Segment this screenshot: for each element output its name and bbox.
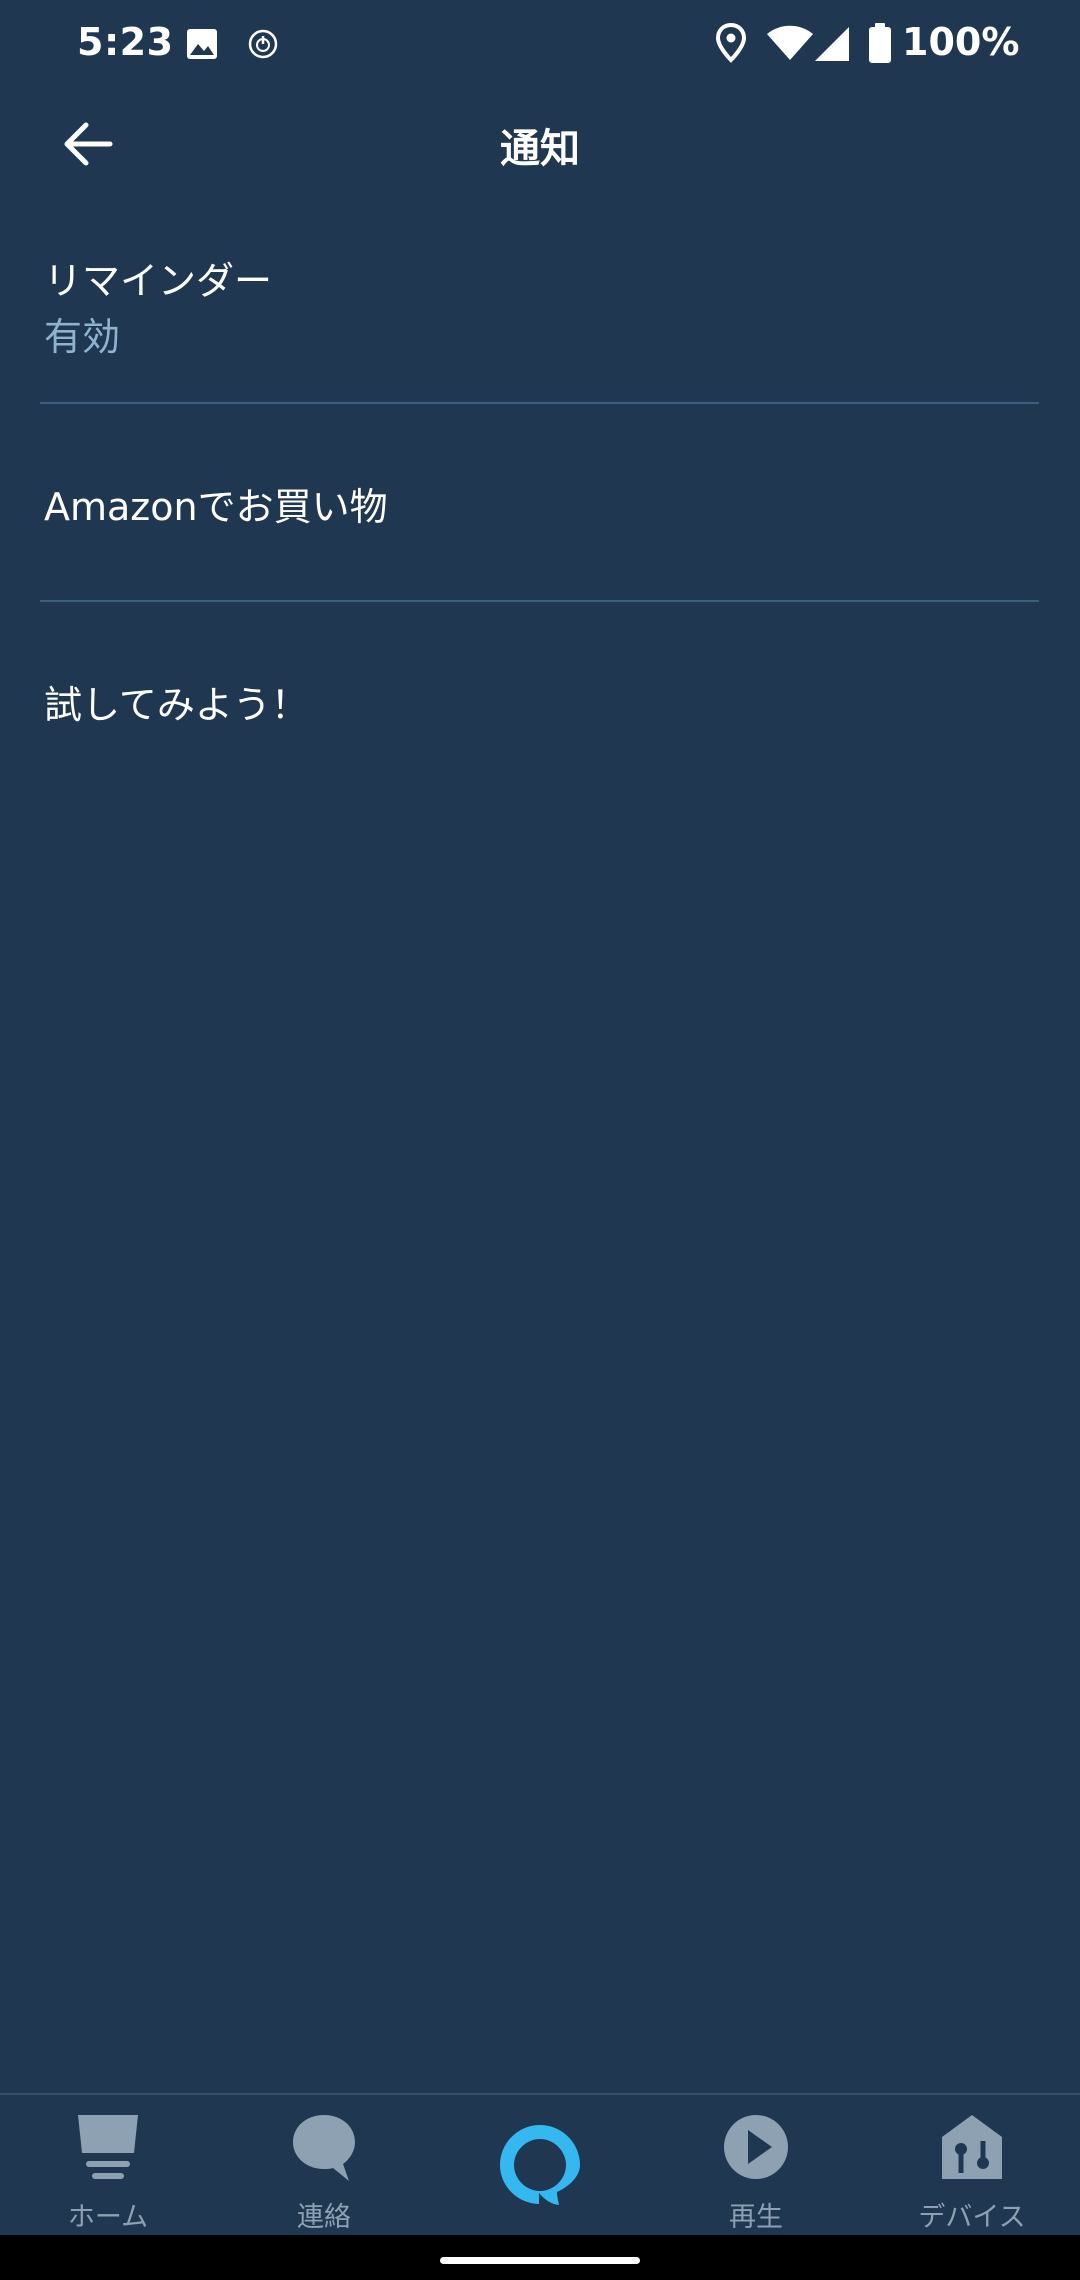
nav-label: 連絡 (297, 2202, 351, 2233)
play-icon (724, 2115, 788, 2179)
status-time: 5:23 (77, 20, 174, 64)
chat-bubble-icon (293, 2115, 355, 2181)
nav-devices[interactable]: デバイス (872, 2095, 1072, 2237)
power-icon (248, 29, 278, 59)
page-title: 通知 (500, 126, 580, 172)
nav-label: 再生 (729, 2202, 783, 2233)
devices-icon (942, 2115, 1002, 2179)
list-item-subtitle: 有効 (44, 315, 121, 359)
gesture-bar (0, 2235, 1080, 2280)
battery-percentage: 100% (902, 20, 1020, 64)
signal-icon (815, 27, 849, 61)
nav-play[interactable]: 再生 (656, 2095, 856, 2237)
battery-icon (869, 23, 891, 63)
alexa-ring-icon (500, 2125, 580, 2205)
nav-label: デバイス (918, 2202, 1026, 2233)
home-icon (78, 2115, 138, 2179)
location-icon (715, 22, 747, 63)
list-item-reminder[interactable]: リマインダー 有効 (40, 236, 1039, 404)
home-gesture-handle[interactable] (440, 2257, 640, 2264)
list-item-title: 試してみよう！ (44, 683, 309, 727)
status-bar: 5:23 100% (0, 0, 1080, 88)
wifi-icon (767, 25, 813, 60)
nav-alexa[interactable] (440, 2095, 640, 2237)
nav-home[interactable]: ホーム (8, 2095, 208, 2237)
nav-communicate[interactable]: 連絡 (224, 2095, 424, 2237)
list-item-title: Amazonでお買い物 (44, 485, 388, 529)
image-icon (187, 29, 217, 59)
list-item-amazon-shopping[interactable]: Amazonでお買い物 (40, 402, 1039, 602)
nav-label: ホーム (67, 2202, 149, 2233)
list-item-try-it[interactable]: 試してみよう！ (40, 600, 1039, 798)
bottom-navigation: ホーム 連絡 再生 デバイス (0, 2093, 1080, 2237)
list-item-title: リマインダー (44, 259, 273, 303)
app-bar: 通知 (0, 100, 1080, 190)
